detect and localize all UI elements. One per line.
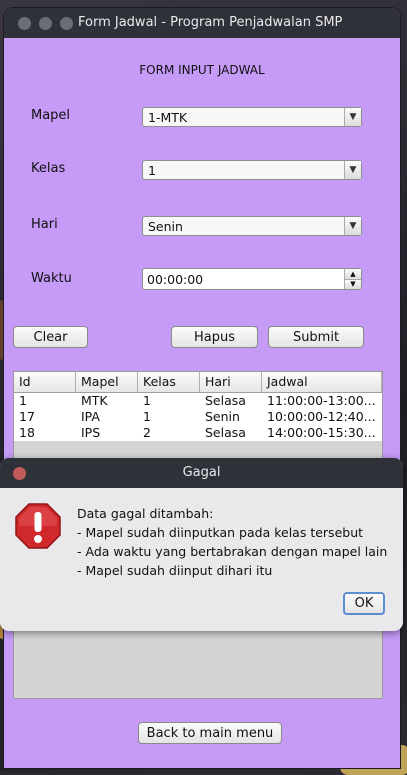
- error-dialog: Gagal Data gagal ditambah: - Mapel sudah…: [0, 458, 403, 631]
- table-cell: 1: [143, 393, 151, 408]
- back-to-main-menu-button[interactable]: Back to main menu: [138, 722, 282, 744]
- table-cell: MTK: [81, 393, 108, 408]
- table-cell: 14:00:00-15:30...: [267, 425, 376, 440]
- clear-button[interactable]: Clear: [13, 326, 88, 348]
- table-cell: 17: [19, 409, 35, 424]
- column-header-id[interactable]: Id: [14, 372, 76, 392]
- error-message-line: Data gagal ditambah:: [77, 506, 214, 521]
- waktu-spinner-value: 00:00:00: [147, 271, 204, 287]
- table-cell: 18: [19, 425, 35, 440]
- table-row[interactable]: 17 IPA 1 Senin 10:00:00-12:40...: [14, 409, 382, 425]
- dialog-title: Gagal: [182, 465, 221, 480]
- column-header-hari[interactable]: Hari: [200, 372, 262, 392]
- waktu-spinner[interactable]: 00:00:00 ▲ ▼: [142, 268, 362, 290]
- close-window-button[interactable]: [18, 17, 31, 30]
- spinner-up-icon[interactable]: ▲: [345, 269, 361, 279]
- error-message-line: - Mapel sudah diinput dihari itu: [77, 563, 273, 578]
- mapel-select[interactable]: 1-MTK ▼: [142, 107, 362, 127]
- window-title: Form Jadwal - Program Penjadwalan SMP: [78, 15, 343, 30]
- table-cell: 2: [143, 425, 151, 440]
- table-cell: 1: [143, 409, 151, 424]
- error-message-line: - Ada waktu yang bertabrakan dengan mape…: [77, 544, 388, 559]
- table-cell: 11:00:00-13:00...: [267, 393, 376, 408]
- table-cell: 1: [19, 393, 27, 408]
- table-cell: Senin: [205, 409, 240, 424]
- table-cell: IPS: [81, 425, 101, 440]
- waktu-label: Waktu: [31, 271, 72, 286]
- chevron-down-icon[interactable]: ▼: [344, 161, 361, 179]
- form-jadwal-window: Form Jadwal - Program Penjadwalan SMP FO…: [4, 8, 400, 768]
- column-header-jadwal[interactable]: Jadwal: [262, 372, 382, 392]
- table-cell: 10:00:00-12:40...: [267, 409, 376, 424]
- error-message-line: - Mapel sudah diinputkan pada kelas ters…: [77, 525, 364, 540]
- hari-select-value: Senin: [148, 218, 183, 234]
- form-heading: FORM INPUT JADWAL: [139, 63, 265, 77]
- mapel-select-value: 1-MTK: [148, 109, 188, 125]
- ok-button[interactable]: OK: [343, 592, 385, 615]
- error-stop-icon: [15, 503, 61, 549]
- error-message: Data gagal ditambah: - Mapel sudah diinp…: [77, 504, 387, 580]
- hapus-button[interactable]: Hapus: [171, 326, 258, 348]
- hari-select[interactable]: Senin ▼: [142, 216, 362, 236]
- maximize-window-button[interactable]: [60, 17, 73, 30]
- kelas-label: Kelas: [31, 161, 66, 176]
- kelas-select-value: 1: [148, 162, 156, 178]
- table-row[interactable]: 1 MTK 1 Selasa 11:00:00-13:00...: [14, 393, 382, 409]
- submit-button[interactable]: Submit: [268, 326, 364, 348]
- table-header: Id Mapel Kelas Hari Jadwal: [14, 372, 382, 393]
- mapel-label: Mapel: [31, 108, 71, 123]
- column-header-mapel[interactable]: Mapel: [76, 372, 138, 392]
- hari-label: Hari: [31, 217, 58, 232]
- spinner-down-icon[interactable]: ▼: [345, 278, 361, 289]
- dialog-titlebar: Gagal: [0, 458, 403, 488]
- table-cell: IPA: [81, 409, 100, 424]
- table-cell: Selasa: [205, 393, 246, 408]
- kelas-select[interactable]: 1 ▼: [142, 160, 362, 180]
- table-row[interactable]: 18 IPS 2 Selasa 14:00:00-15:30...: [14, 425, 382, 441]
- column-header-kelas[interactable]: Kelas: [138, 372, 200, 392]
- table-cell: Selasa: [205, 425, 246, 440]
- window-titlebar: Form Jadwal - Program Penjadwalan SMP: [4, 8, 400, 38]
- chevron-down-icon[interactable]: ▼: [344, 217, 361, 235]
- minimize-window-button[interactable]: [39, 17, 52, 30]
- chevron-down-icon[interactable]: ▼: [344, 108, 361, 126]
